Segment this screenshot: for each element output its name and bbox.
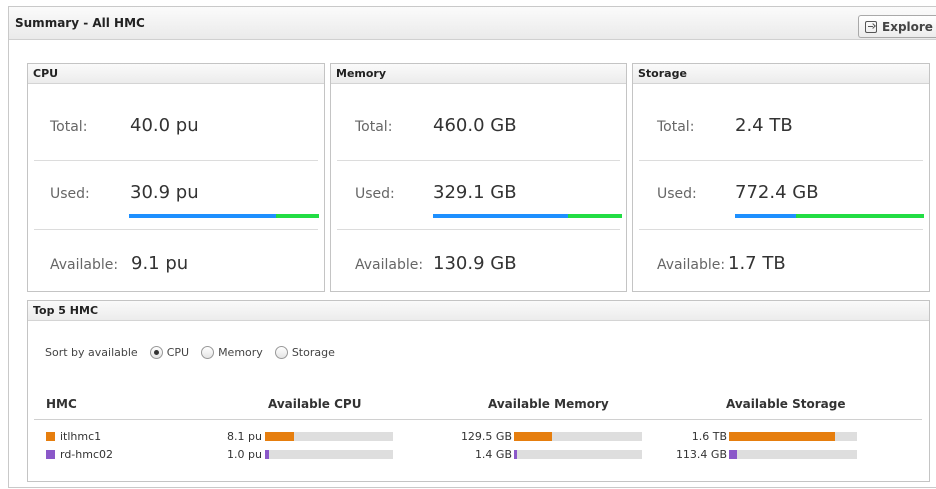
storage-free-segment — [795, 214, 924, 218]
available-memory-bar — [514, 450, 642, 459]
cpu-used-value: 30.9 pu — [130, 182, 199, 203]
table-divider — [34, 419, 922, 420]
memory-used-label: Used: — [355, 186, 395, 202]
memory-total-value: 460.0 GB — [433, 115, 517, 136]
available-cpu-value: 1.0 pu — [227, 448, 262, 461]
storage-available-value: 1.7 TB — [728, 253, 786, 274]
summary-title: Summary - All HMC — [15, 16, 145, 30]
cpu-available-value: 9.1 pu — [131, 253, 189, 274]
available-storage-bar-fill — [729, 450, 737, 459]
available-cpu-bar — [265, 432, 393, 441]
available-storage-bar — [729, 450, 857, 459]
memory-free-segment — [568, 214, 622, 218]
divider — [34, 160, 318, 161]
cpu-free-segment — [275, 214, 319, 218]
memory-used-segment — [433, 214, 569, 218]
memory-available-value: 130.9 GB — [433, 253, 517, 274]
cpu-used-label: Used: — [50, 186, 90, 202]
cpu-total-label: Total: — [50, 119, 88, 135]
memory-available-label: Available: — [355, 257, 424, 273]
available-cpu-bar-fill — [265, 432, 295, 441]
table-row[interactable]: rd-hmc02 1.0 pu 1.4 GB 113.4 GB — [0, 448, 930, 462]
memory-total-label: Total: — [355, 119, 393, 135]
storage-total-label: Total: — [657, 119, 695, 135]
sort-radio-memory[interactable] — [201, 346, 215, 359]
explore-icon — [865, 20, 877, 33]
divider — [34, 229, 318, 230]
storage-panel-title: Storage — [633, 64, 929, 84]
storage-available-label: Available: — [657, 257, 726, 273]
column-header-hmc[interactable]: HMC — [46, 397, 77, 411]
sort-radio-storage[interactable] — [274, 346, 288, 359]
cpu-used-segment — [129, 214, 276, 218]
column-header-cpu[interactable]: Available CPU — [268, 397, 361, 411]
hmc-name: rd-hmc02 — [60, 448, 114, 461]
available-memory-value: 1.4 GB — [474, 448, 512, 461]
cpu-panel-title: CPU — [28, 64, 324, 84]
divider — [639, 229, 923, 230]
top5-title: Top 5 HMC — [28, 301, 929, 321]
memory-panel-title: Memory — [331, 64, 626, 84]
summary-header: Summary - All HMC Explore — [9, 7, 936, 40]
available-memory-bar — [514, 432, 642, 441]
column-header-storage[interactable]: Available Storage — [726, 397, 846, 411]
memory-usage-bar — [433, 214, 622, 218]
hmc-name: itlhmc1 — [60, 430, 102, 443]
sort-radio-cpu[interactable] — [149, 346, 163, 359]
sort-controls: Sort by available CPU Memory Storage — [45, 346, 335, 359]
storage-used-value: 772.4 GB — [735, 182, 819, 203]
memory-panel: Memory Total: 460.0 GB Used: 329.1 GB Av… — [330, 63, 627, 292]
cpu-panel: CPU Total: 40.0 pu Used: 30.9 pu Availab… — [27, 63, 325, 292]
sort-label: Sort by available — [45, 346, 138, 359]
storage-total-value: 2.4 TB — [735, 115, 793, 136]
sort-option-storage[interactable]: Storage — [292, 346, 335, 359]
explore-label: Explore — [882, 19, 933, 34]
available-memory-bar-fill — [514, 450, 517, 459]
available-memory-value: 129.5 GB — [460, 430, 512, 443]
available-cpu-bar-fill — [265, 450, 269, 459]
explore-button[interactable]: Explore — [858, 15, 936, 38]
storage-used-label: Used: — [657, 186, 697, 202]
available-storage-bar — [729, 432, 857, 441]
row-color-swatch — [46, 450, 55, 459]
storage-used-segment — [735, 214, 796, 218]
table-row[interactable]: itlhmc1 8.1 pu 129.5 GB 1.6 TB — [0, 430, 930, 444]
sort-option-cpu[interactable]: CPU — [167, 346, 189, 359]
cpu-total-value: 40.0 pu — [130, 115, 199, 136]
available-storage-value: 113.4 GB — [675, 448, 727, 461]
cpu-usage-bar — [129, 214, 319, 218]
row-color-swatch — [46, 432, 55, 441]
available-storage-value: 1.6 TB — [691, 430, 727, 443]
storage-usage-bar — [735, 214, 924, 218]
available-memory-bar-fill — [514, 432, 553, 441]
divider — [337, 229, 620, 230]
storage-panel: Storage Total: 2.4 TB Used: 772.4 GB Ava… — [632, 63, 930, 292]
column-header-memory[interactable]: Available Memory — [488, 397, 609, 411]
available-cpu-bar — [265, 450, 393, 459]
divider — [639, 160, 923, 161]
sort-option-memory[interactable]: Memory — [218, 346, 263, 359]
divider — [337, 160, 620, 161]
available-storage-bar-fill — [729, 432, 836, 441]
available-cpu-value: 8.1 pu — [227, 430, 262, 443]
memory-used-value: 329.1 GB — [433, 182, 517, 203]
cpu-available-label: Available: — [50, 257, 119, 273]
